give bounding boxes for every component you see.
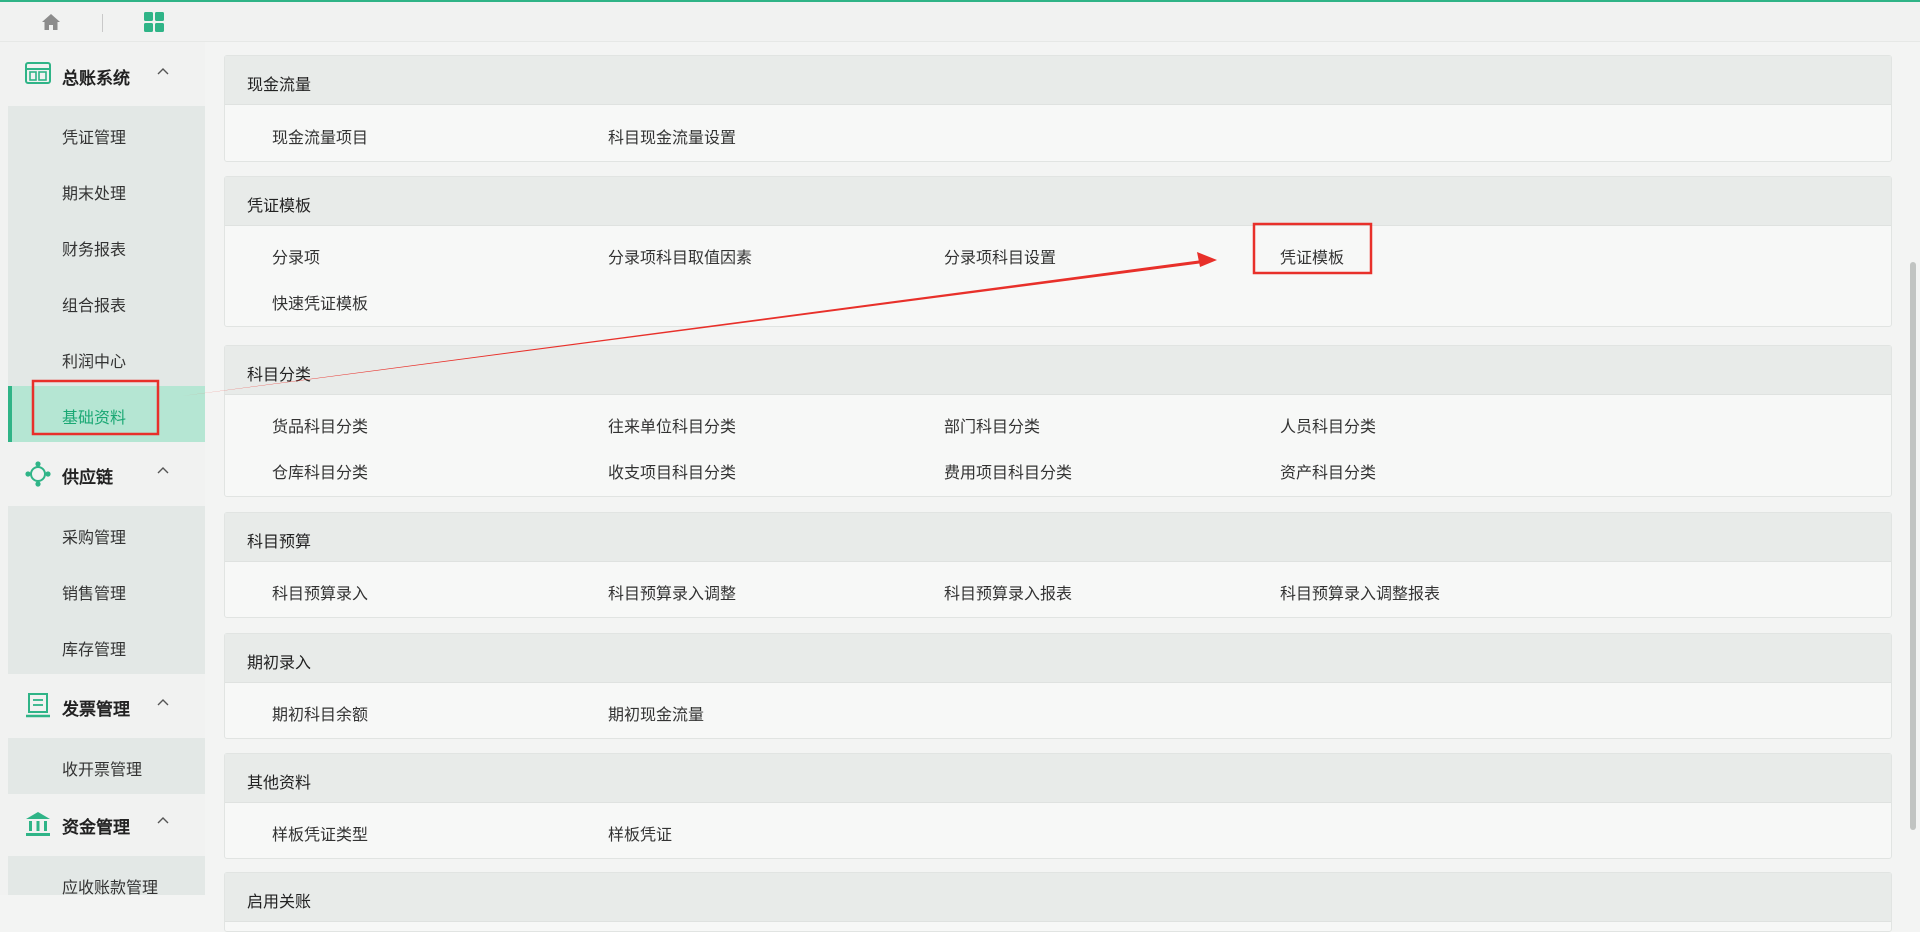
highlight-box-basic-data [31, 379, 160, 436]
annotation-arrow-head [1197, 252, 1217, 267]
highlight-box-voucher-template [1252, 222, 1373, 275]
annotation-arrow-line [182, 259, 1211, 396]
annotation-overlay [31, 222, 1373, 436]
